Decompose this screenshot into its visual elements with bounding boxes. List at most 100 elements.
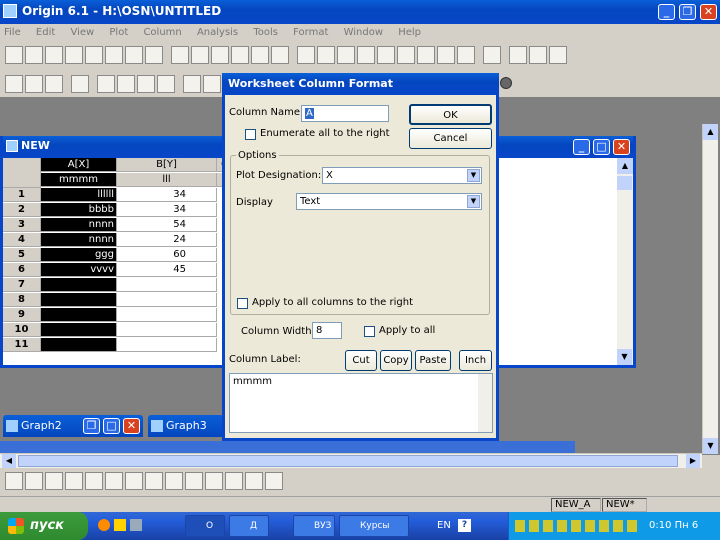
cell-a[interactable]: bbbb (41, 203, 117, 217)
language-indicator[interactable]: EN (437, 520, 451, 531)
save-template-icon[interactable] (251, 46, 269, 64)
minimize-button[interactable]: _ (658, 4, 675, 20)
cell-a[interactable] (41, 338, 117, 352)
cell-a[interactable]: llllll (41, 188, 117, 202)
import-multiple-icon[interactable] (317, 46, 335, 64)
area-plot-icon[interactable] (125, 472, 143, 490)
cell-b[interactable]: 45 (117, 263, 217, 277)
row-header[interactable]: 8 (3, 293, 41, 307)
vector-plot-icon[interactable] (225, 472, 243, 490)
project-explorer-icon[interactable] (457, 46, 475, 64)
layer-plot-icon[interactable] (265, 472, 283, 490)
close-button[interactable]: ✕ (700, 4, 717, 20)
refresh-icon[interactable] (357, 46, 375, 64)
cell-a[interactable] (41, 293, 117, 307)
cut-button[interactable]: Cut (345, 350, 377, 371)
cell-a[interactable] (41, 278, 117, 292)
cell-b[interactable] (117, 308, 217, 322)
cell-b[interactable]: 34 (117, 188, 217, 202)
cell-b[interactable]: 34 (117, 203, 217, 217)
chevron-down-icon[interactable]: ▼ (467, 195, 480, 208)
menu-tools[interactable]: Tools (253, 27, 278, 38)
menu-format[interactable]: Format (293, 27, 328, 38)
menu-column[interactable]: Column (143, 27, 181, 38)
open-folder-icon[interactable] (171, 46, 189, 64)
new-notes-icon[interactable] (145, 46, 163, 64)
worksheet-maximize-button[interactable]: □ (593, 139, 610, 155)
cut-icon[interactable] (509, 46, 527, 64)
paste-button[interactable]: Paste (415, 350, 451, 371)
taskbar-folder-kursy[interactable]: Курсы (339, 515, 409, 537)
col-a-header[interactable]: A[X] (41, 158, 117, 172)
desktop-icon[interactable] (130, 519, 142, 531)
add-text-icon[interactable] (117, 75, 135, 93)
cell-a[interactable]: nnnn (41, 233, 117, 247)
scroll-up-arrow-icon[interactable]: ▲ (703, 124, 718, 140)
col-a-label[interactable]: mmmm (41, 173, 117, 187)
cell-b[interactable]: 24 (117, 233, 217, 247)
menu-plot[interactable]: Plot (109, 27, 128, 38)
taskbar-origin[interactable]: O (185, 515, 225, 537)
outlook-icon[interactable] (114, 519, 126, 531)
align-left-icon[interactable] (183, 75, 201, 93)
set-values-icon[interactable] (157, 75, 175, 93)
graph2-close-button[interactable]: ✕ (123, 418, 140, 434)
row-header[interactable]: 4 (3, 233, 41, 247)
add-row-icon[interactable] (137, 75, 155, 93)
graph2-minimized[interactable]: Graph2 ❐ □ ✕ (3, 415, 143, 437)
column-width-input[interactable]: 8 (312, 322, 342, 339)
col-b-header[interactable]: B[Y] (117, 158, 217, 172)
cell-b[interactable] (117, 293, 217, 307)
worksheet-minimize-button[interactable]: _ (573, 139, 590, 155)
ws-scroll-down-icon[interactable]: ▼ (617, 349, 632, 365)
help-icon[interactable]: ? (458, 519, 471, 532)
new-project-icon[interactable] (5, 46, 23, 64)
pie-chart-icon[interactable] (105, 472, 123, 490)
scatter-plot-icon[interactable] (25, 472, 43, 490)
open-template-icon[interactable] (191, 46, 209, 64)
zoom-in-icon[interactable] (5, 75, 23, 93)
taskbar-folder-vuz[interactable]: ВУЗ (293, 515, 335, 537)
record-icon[interactable] (500, 77, 512, 89)
bar-plot-icon[interactable] (85, 472, 103, 490)
paste-icon[interactable] (549, 46, 567, 64)
row-header[interactable]: 6 (3, 263, 41, 277)
row-header[interactable]: 3 (3, 218, 41, 232)
new-layout-icon[interactable] (105, 46, 123, 64)
new-worksheet-icon[interactable] (25, 46, 43, 64)
restore-button[interactable]: ❐ (679, 4, 696, 20)
open-excel-icon[interactable] (211, 46, 229, 64)
inch-button[interactable]: Inch (459, 350, 492, 371)
cancel-button[interactable]: Cancel (409, 128, 492, 149)
row-header[interactable]: 10 (3, 323, 41, 337)
code-builder-icon[interactable] (397, 46, 415, 64)
high-low-plot-icon[interactable] (205, 472, 223, 490)
cell-a[interactable] (41, 323, 117, 337)
rescale-icon[interactable] (71, 75, 89, 93)
apply-right-checkbox[interactable] (237, 298, 248, 309)
plot-designation-select[interactable]: X ▼ (322, 167, 482, 184)
export-icon[interactable] (271, 46, 289, 64)
script-window-icon[interactable] (437, 46, 455, 64)
new-matrix-icon[interactable] (65, 46, 83, 64)
add-column-icon[interactable] (97, 75, 115, 93)
cell-b[interactable]: 54 (117, 218, 217, 232)
ternary-plot-icon[interactable] (185, 472, 203, 490)
line-plot-icon[interactable] (5, 472, 23, 490)
cell-b[interactable]: 60 (117, 248, 217, 262)
start-button[interactable]: пуск (0, 512, 88, 540)
enumerate-checkbox[interactable] (245, 129, 256, 140)
hscroll-left-icon[interactable]: ◀ (2, 454, 16, 468)
column-name-input[interactable]: A (301, 105, 389, 122)
ws-scroll-thumb[interactable] (617, 176, 632, 190)
ws-scroll-up-icon[interactable]: ▲ (617, 158, 633, 174)
row-header[interactable]: 9 (3, 308, 41, 322)
line-symbol-plot-icon[interactable] (45, 472, 63, 490)
duplicate-icon[interactable] (377, 46, 395, 64)
cell-a[interactable] (41, 308, 117, 322)
hscroll-thumb[interactable] (18, 455, 678, 467)
column-label-textarea[interactable]: mmmm (229, 373, 493, 433)
copy-button[interactable]: Copy (380, 350, 412, 371)
scroll-down-arrow-icon[interactable]: ▼ (703, 438, 718, 454)
menu-window[interactable]: Window (344, 27, 383, 38)
